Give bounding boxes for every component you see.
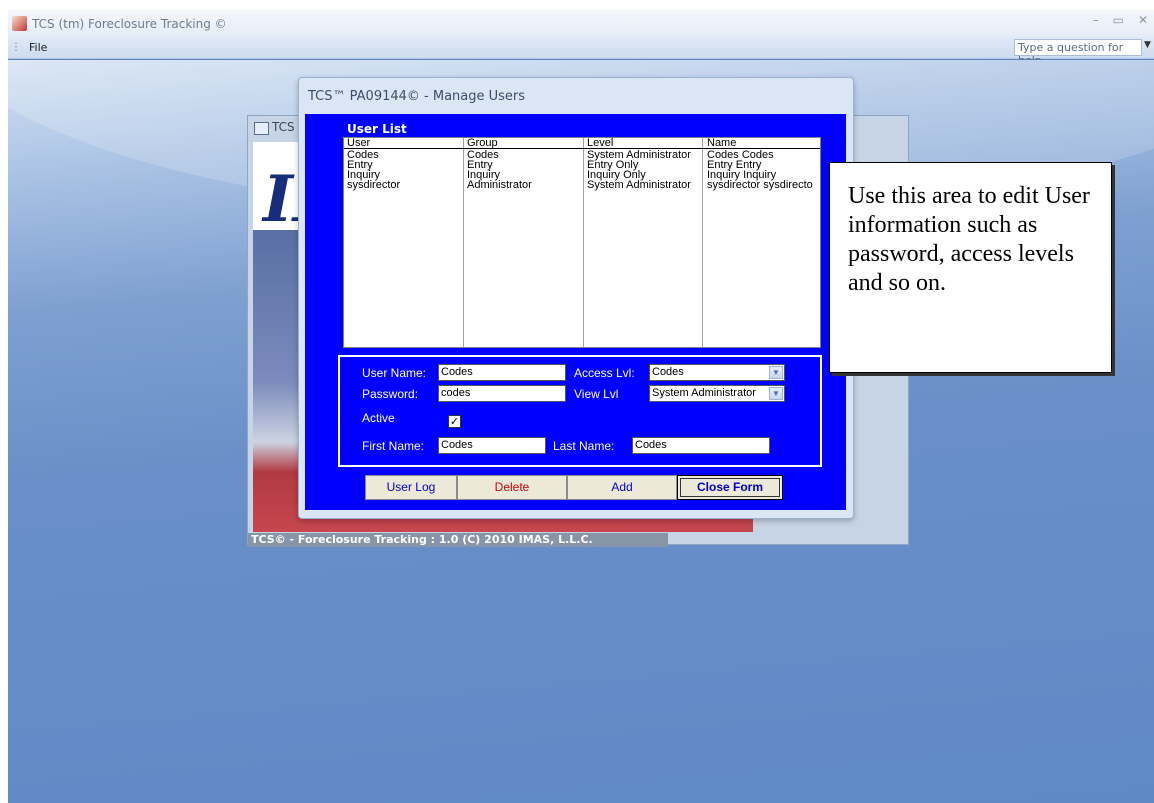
user-list[interactable]: User Group Level Name Codes Codes System… bbox=[343, 137, 821, 348]
app-icon bbox=[12, 16, 27, 31]
close-icon[interactable]: ✕ bbox=[1138, 13, 1148, 27]
help-search-input[interactable]: Type a question for help bbox=[1014, 39, 1142, 67]
app-title: TCS (tm) Foreclosure Tracking © bbox=[32, 16, 227, 31]
title-bar: TCS (tm) Foreclosure Tracking © – ▭ ✕ bbox=[8, 10, 1154, 37]
annotation-callout: Use this area to edit User information s… bbox=[829, 162, 1112, 373]
column-header-group[interactable]: Group bbox=[467, 138, 498, 149]
form-icon bbox=[254, 122, 269, 135]
switchboard-footer: TCS© - Foreclosure Tracking : 1.0 (C) 20… bbox=[248, 533, 668, 547]
password-field[interactable]: codes bbox=[438, 385, 566, 402]
cell-user: sysdirector bbox=[347, 179, 401, 191]
access-lvl-label: Access Lvl: bbox=[574, 366, 635, 380]
menu-file[interactable]: File bbox=[25, 39, 51, 56]
minimize-icon[interactable]: – bbox=[1093, 13, 1099, 27]
column-header-name[interactable]: Name bbox=[707, 138, 736, 149]
help-dropdown-icon[interactable]: ▼ bbox=[1144, 40, 1154, 50]
view-lvl-select[interactable]: System Administrator ▼ bbox=[649, 385, 785, 402]
close-form-button[interactable]: Close Form bbox=[677, 475, 783, 500]
cell-name: sysdirector sysdirecto bbox=[707, 179, 813, 191]
first-name-label: First Name: bbox=[362, 439, 425, 453]
manage-users-dialog: TCS™ PA09144© - Manage Users User List U… bbox=[298, 77, 854, 519]
checkmark-icon: ✓ bbox=[449, 415, 460, 428]
user-log-button[interactable]: User Log bbox=[365, 475, 457, 500]
column-header-user[interactable]: User bbox=[347, 138, 370, 149]
user-list-label: User List bbox=[347, 122, 407, 136]
active-checkbox[interactable]: ✓ bbox=[448, 415, 461, 428]
view-lvl-value: System Administrator bbox=[652, 387, 756, 399]
menu-bar: ⋮ File Type a question for help ▼ bbox=[8, 37, 1154, 67]
column-header-level[interactable]: Level bbox=[587, 138, 613, 149]
last-name-label: Last Name: bbox=[553, 439, 615, 453]
user-name-label: User Name: bbox=[362, 366, 427, 380]
switchboard-title: TCS bbox=[272, 120, 295, 134]
dialog-title: TCS™ PA09144© - Manage Users bbox=[308, 89, 526, 104]
active-label: Active bbox=[362, 411, 395, 425]
cell-level: System Administrator bbox=[587, 179, 691, 191]
first-name-field[interactable]: Codes bbox=[438, 437, 546, 454]
toolbar-grip-icon[interactable]: ⋮ bbox=[11, 42, 21, 53]
cell-group: Administrator bbox=[467, 179, 532, 191]
dialog-body: User List User Group Level Name Codes Co… bbox=[305, 114, 846, 510]
delete-button[interactable]: Delete bbox=[457, 475, 567, 500]
add-button[interactable]: Add bbox=[567, 475, 677, 500]
chevron-down-icon[interactable]: ▼ bbox=[769, 387, 783, 400]
access-lvl-select[interactable]: Codes ▼ bbox=[649, 364, 785, 381]
password-label: Password: bbox=[362, 387, 419, 401]
user-edit-panel: User Name: Codes Access Lvl: Codes ▼ Pas… bbox=[338, 355, 822, 467]
last-name-field[interactable]: Codes bbox=[632, 437, 770, 454]
view-lvl-label: View Lvl bbox=[574, 387, 619, 401]
access-lvl-value: Codes bbox=[652, 366, 684, 378]
restore-icon[interactable]: ▭ bbox=[1113, 13, 1124, 27]
window-controls: – ▭ ✕ bbox=[1093, 13, 1148, 27]
user-name-field[interactable]: Codes bbox=[438, 364, 566, 381]
list-header: User Group Level Name bbox=[344, 138, 820, 149]
chevron-down-icon[interactable]: ▼ bbox=[769, 366, 783, 379]
